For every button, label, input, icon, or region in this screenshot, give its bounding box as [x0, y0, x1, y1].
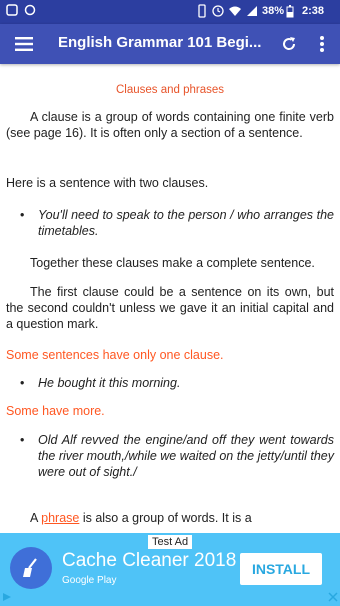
- content-area[interactable]: Clauses and phrases A clause is a group …: [0, 64, 340, 533]
- refresh-button[interactable]: [277, 32, 301, 56]
- signal-icon: [247, 6, 257, 16]
- vibrate-icon: [198, 4, 206, 18]
- bullet-marker: •: [20, 376, 25, 390]
- ad-banner[interactable]: Test Ad Cache Cleaner 2018 Google Play I…: [0, 533, 340, 606]
- section-heading: Clauses and phrases: [115, 84, 225, 96]
- app-notification-icon: [24, 4, 36, 16]
- paragraph-clause-definition: A clause is a group of words containing …: [6, 110, 334, 140]
- paragraph-first-clause: The first clause could be a sentence on …: [6, 285, 334, 331]
- app-notification-icon: [6, 4, 18, 16]
- overflow-menu-button[interactable]: [310, 32, 334, 56]
- ad-close-icon[interactable]: [327, 591, 339, 603]
- app-bar: English Grammar 101 Begi...: [0, 24, 340, 64]
- hamburger-icon: [15, 37, 33, 51]
- paragraph-complete-sentence: Together these clauses make a complete s…: [30, 256, 315, 270]
- menu-button[interactable]: [12, 32, 36, 56]
- example-two-clauses: You'll need to speak to the person / who…: [38, 208, 334, 238]
- alarm-icon: [212, 5, 224, 17]
- paragraph-two-clauses: Here is a sentence with two clauses.: [6, 176, 209, 190]
- paragraph-phrase-definition: A phrase is also a group of words. It is…: [6, 510, 334, 526]
- phrase-text-start: A: [30, 511, 42, 525]
- ad-choices-icon[interactable]: [1, 591, 13, 603]
- wifi-icon: [229, 6, 241, 16]
- more-vert-icon: [320, 36, 324, 52]
- note-one-clause: Some sentences have only one clause.: [6, 348, 224, 362]
- notification-icons: [6, 4, 36, 16]
- bullet-marker: •: [20, 433, 25, 447]
- phrase-keyword: phrase: [41, 511, 80, 525]
- ad-store-name: Google Play: [62, 575, 117, 586]
- install-button[interactable]: INSTALL: [240, 553, 322, 585]
- battery-percentage: 38%: [262, 5, 285, 17]
- system-icons: 38% 2:38: [196, 4, 324, 18]
- app-title: English Grammar 101 Begi...: [58, 34, 262, 51]
- note-more-clauses: Some have more.: [6, 404, 105, 418]
- battery-icon: [286, 4, 294, 17]
- status-bar: 38% 2:38: [0, 0, 340, 24]
- example-one-clause: He bought it this morning.: [38, 376, 181, 390]
- ad-app-name: Cache Cleaner 2018: [62, 550, 237, 571]
- refresh-icon: [283, 37, 296, 50]
- phrase-text-rest: is also a group of words. It is a: [79, 511, 252, 525]
- test-ad-label: Test Ad: [148, 535, 193, 549]
- clock: 2:38: [302, 5, 325, 17]
- example-more-clauses: Old Alf revved the engine/and off they w…: [38, 433, 334, 479]
- broom-icon: [10, 547, 52, 589]
- bullet-marker: •: [20, 208, 25, 222]
